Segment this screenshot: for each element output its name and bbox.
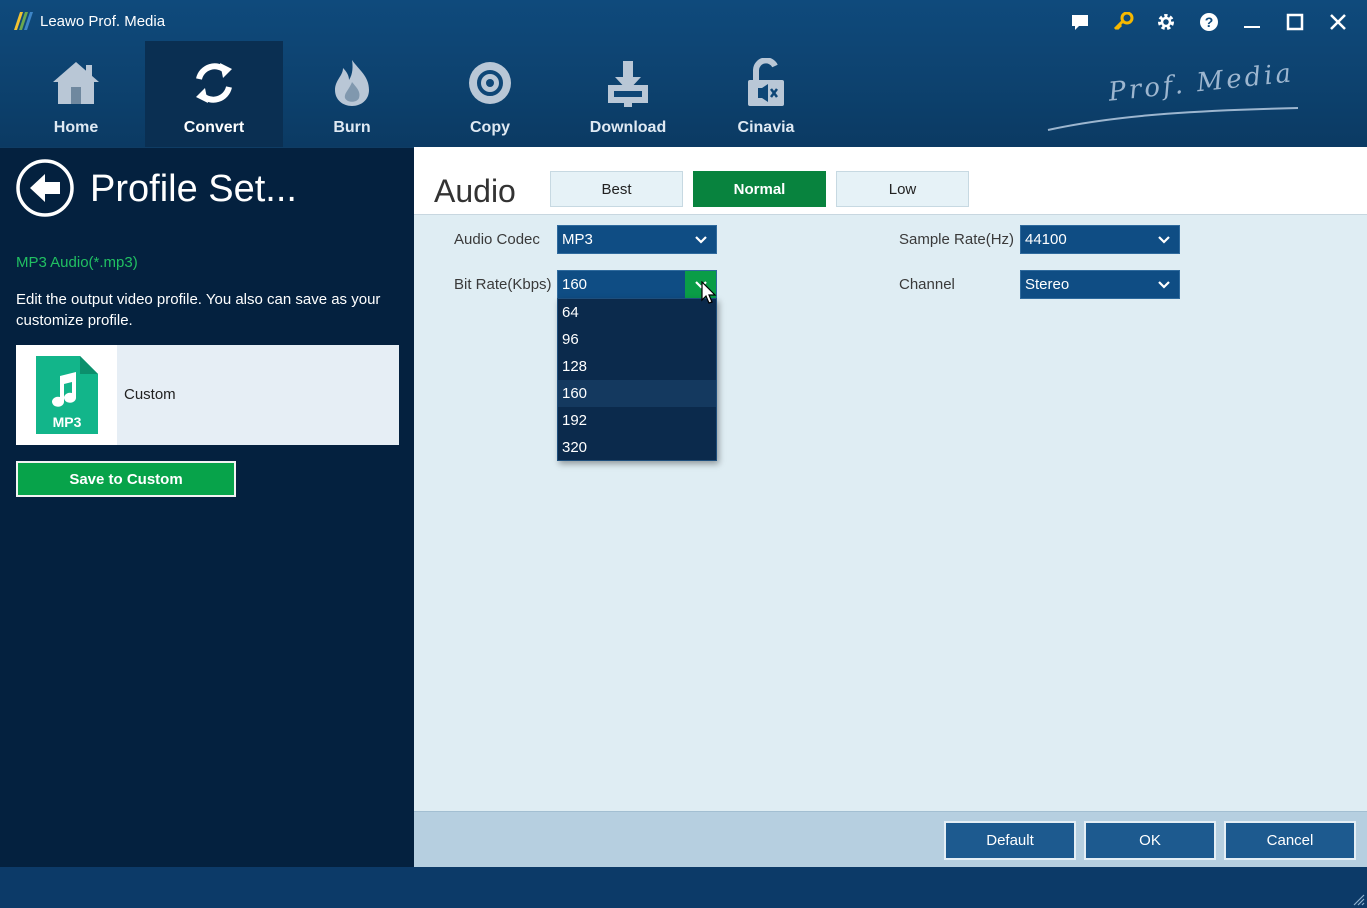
section-title: Audio xyxy=(434,173,516,209)
nav-convert[interactable]: Convert xyxy=(145,41,283,147)
svg-text:?: ? xyxy=(1204,14,1213,30)
bit-rate-value: 160 xyxy=(562,276,588,293)
app-logo-icon xyxy=(14,12,33,30)
chevron-down-icon xyxy=(1148,271,1179,298)
unlock-icon xyxy=(738,55,794,111)
audio-codec-select[interactable]: MP3 xyxy=(557,225,717,254)
nav-label-convert: Convert xyxy=(183,119,245,136)
nav-label-download: Download xyxy=(589,119,667,136)
bit-rate-option[interactable]: 96 xyxy=(558,326,716,353)
bit-rate-option[interactable]: 320 xyxy=(558,434,716,461)
brand-swoosh xyxy=(1047,107,1299,131)
bit-rate-option[interactable]: 192 xyxy=(558,407,716,434)
bit-rate-option[interactable]: 128 xyxy=(558,353,716,380)
chevron-down-icon xyxy=(685,226,716,253)
nav-label-copy: Copy xyxy=(470,119,510,136)
maximize-icon[interactable] xyxy=(1273,6,1316,38)
settings-header: Audio Best Normal Low xyxy=(414,147,1367,215)
quality-low-button[interactable]: Low xyxy=(836,171,969,207)
save-to-custom-button[interactable]: Save to Custom xyxy=(16,461,236,497)
back-arrow-icon xyxy=(16,159,74,217)
settings-panel: Audio Best Normal Low Default OK Cancel xyxy=(414,147,1367,867)
nav-label-home: Home xyxy=(53,119,99,136)
default-button[interactable]: Default xyxy=(944,821,1076,860)
close-icon[interactable] xyxy=(1316,6,1359,38)
quality-best-button[interactable]: Best xyxy=(550,171,683,207)
convert-icon xyxy=(186,55,242,111)
bit-rate-label: Bit Rate(Kbps) xyxy=(454,276,552,293)
bit-rate-option[interactable]: 64 xyxy=(558,299,716,326)
nav-label-burn: Burn xyxy=(333,119,371,136)
home-icon xyxy=(48,55,104,111)
nav-download[interactable]: Download xyxy=(559,41,697,147)
channel-label: Channel xyxy=(899,276,955,293)
audio-codec-label: Audio Codec xyxy=(454,231,540,248)
profile-format: MP3 Audio(*.mp3) xyxy=(16,254,138,271)
bit-rate-option-highlighted[interactable]: 160 xyxy=(558,380,716,407)
mouse-cursor-icon xyxy=(701,281,717,304)
gear-icon[interactable] xyxy=(1144,6,1187,38)
key-icon[interactable] xyxy=(1101,6,1144,38)
download-icon xyxy=(600,55,656,111)
ok-button[interactable]: OK xyxy=(1084,821,1216,860)
nav-label-cinavia: Cinavia xyxy=(737,119,795,136)
nav-burn[interactable]: Burn xyxy=(283,41,421,147)
chat-icon[interactable] xyxy=(1058,6,1101,38)
chevron-down-icon xyxy=(1148,226,1179,253)
status-bar xyxy=(0,867,1367,908)
brand-logo: Prof. Media xyxy=(1040,58,1310,140)
nav-home[interactable]: Home xyxy=(7,41,145,147)
resize-grip-icon[interactable] xyxy=(1351,892,1365,906)
nav-cinavia[interactable]: Cinavia xyxy=(697,41,835,147)
title-toolbar: Leawo Prof. Media ? Home Convert Burn Co… xyxy=(0,0,1367,147)
window-controls: ? xyxy=(1058,6,1359,38)
custom-profile-name: Custom xyxy=(124,386,176,403)
dialog-footer: Default OK Cancel xyxy=(414,811,1367,867)
sample-rate-label: Sample Rate(Hz) xyxy=(899,231,1015,248)
minimize-icon[interactable] xyxy=(1230,6,1273,38)
channel-select[interactable]: Stereo xyxy=(1020,270,1180,299)
quality-normal-button[interactable]: Normal xyxy=(693,171,826,207)
burn-icon xyxy=(324,55,380,111)
cancel-button[interactable]: Cancel xyxy=(1224,821,1356,860)
sample-rate-select[interactable]: 44100 xyxy=(1020,225,1180,254)
help-icon[interactable]: ? xyxy=(1187,6,1230,38)
mp3-file-icon: MP3 xyxy=(35,356,98,434)
back-button[interactable] xyxy=(15,158,75,218)
bit-rate-select[interactable]: 160 xyxy=(557,270,717,299)
channel-value: Stereo xyxy=(1025,276,1070,293)
page-title: Profile Set... xyxy=(90,168,297,210)
nav-copy[interactable]: Copy xyxy=(421,41,559,147)
mp3-thumb-label: MP3 xyxy=(52,414,81,430)
main-nav: Home Convert Burn Copy Download Cinavia xyxy=(7,41,835,147)
disc-icon xyxy=(462,55,518,111)
app-title: Leawo Prof. Media xyxy=(40,13,166,30)
mp3-thumbnail: MP3 xyxy=(16,345,117,445)
bit-rate-dropdown: 64 96 128 160 192 320 xyxy=(557,298,717,461)
profile-sidebar: Profile Set... MP3 Audio(*.mp3) Edit the… xyxy=(0,147,414,867)
sample-rate-value: 44100 xyxy=(1025,231,1067,248)
audio-codec-value: MP3 xyxy=(562,231,593,248)
profile-description: Edit the output video profile. You also … xyxy=(16,291,381,329)
custom-profile-card[interactable]: MP3 Custom xyxy=(16,345,399,445)
